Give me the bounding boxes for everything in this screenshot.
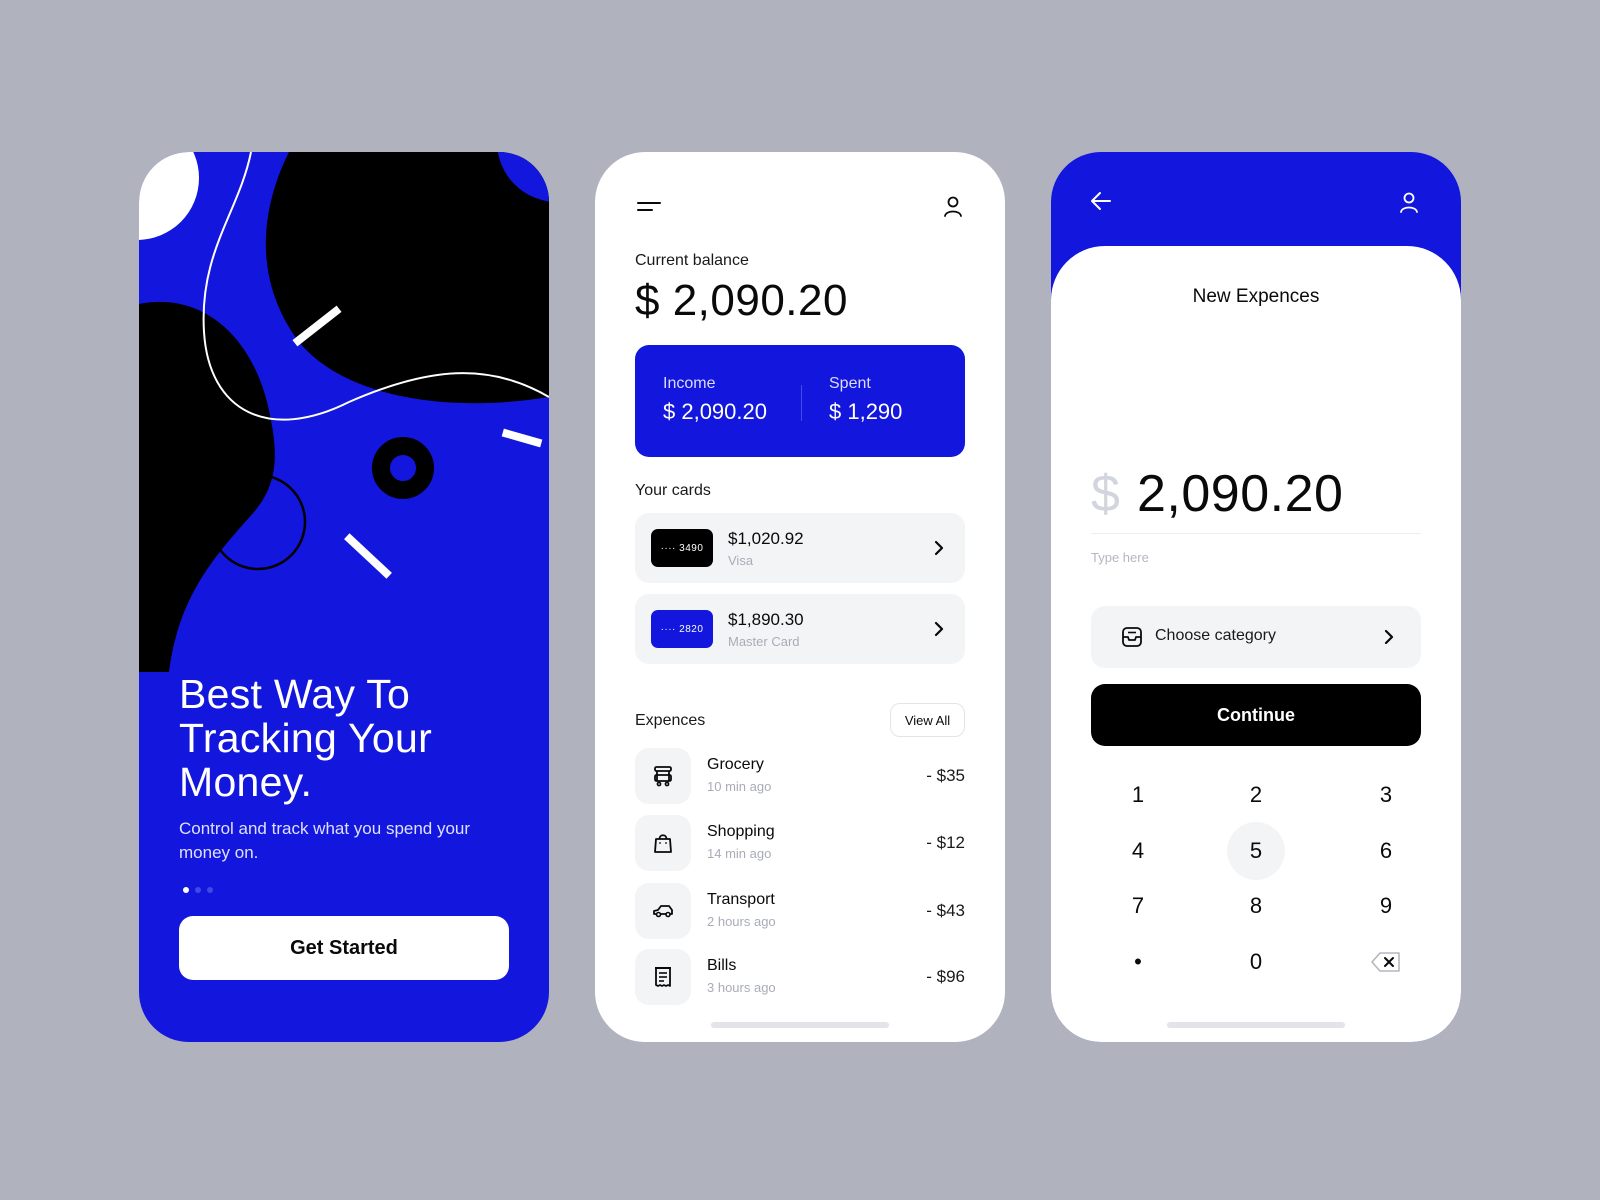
key-7[interactable]: 7	[1109, 877, 1167, 935]
inbox-tray-icon	[1122, 627, 1142, 647]
key-1[interactable]: 1	[1109, 766, 1167, 824]
expense-amount: - $96	[926, 967, 965, 986]
home-indicator[interactable]	[1167, 1022, 1345, 1028]
card-item[interactable]: ···· 3490 $1,020.92 Visa	[635, 513, 965, 583]
card-item[interactable]: ···· 2820 $1,890.30 Master Card	[635, 594, 965, 664]
form-sheet: New Expences $ 2,090.20 Choose category …	[1051, 246, 1461, 1042]
cards-section-label: Your cards	[635, 482, 711, 499]
balance-value: $ 2,090.20	[635, 276, 848, 325]
key-6[interactable]: 6	[1357, 822, 1415, 880]
car-icon	[653, 905, 673, 918]
onboarding-screen: Best Way To Tracking Your Money. Control…	[139, 152, 549, 1042]
card-amount: $1,020.92	[728, 529, 804, 548]
chevron-right-icon	[1384, 629, 1394, 645]
backspace-icon	[1371, 952, 1400, 972]
pagination-dot[interactable]	[195, 887, 201, 893]
chevron-right-icon	[934, 540, 944, 556]
spent-label: Spent	[829, 375, 871, 392]
expense-name: Transport	[707, 891, 775, 908]
white-blob	[139, 152, 199, 240]
choose-category-button[interactable]: Choose category	[1091, 606, 1421, 668]
pagination-dot-active[interactable]	[183, 887, 189, 893]
expense-icon-box	[635, 815, 691, 871]
black-blob-top	[265, 152, 549, 404]
expense-item[interactable]: Bills 3 hours ago - $96	[635, 949, 965, 1005]
new-expense-screen: New Expences $ 2,090.20 Choose category …	[1051, 152, 1461, 1042]
white-bar	[501, 428, 543, 448]
onboarding-title: Best Way To Tracking Your Money.	[179, 671, 433, 805]
currency-symbol: $	[1091, 465, 1120, 523]
expense-icon-box	[635, 748, 691, 804]
key-8[interactable]: 8	[1227, 877, 1285, 935]
expense-item[interactable]: Transport 2 hours ago - $43	[635, 883, 965, 939]
expense-name: Shopping	[707, 823, 775, 840]
expense-item[interactable]: Shopping 14 min ago - $12	[635, 815, 965, 871]
income-value: $ 2,090.20	[663, 399, 767, 424]
white-bar	[344, 533, 392, 579]
menu-icon[interactable]	[637, 200, 661, 214]
continue-button[interactable]: Continue	[1091, 684, 1421, 746]
key-0[interactable]: 0	[1227, 933, 1285, 991]
amount-value: 2,090.20	[1137, 465, 1344, 523]
black-ring	[372, 437, 434, 499]
expense-item[interactable]: Grocery 10 min ago - $35	[635, 748, 965, 804]
key-4[interactable]: 4	[1109, 822, 1167, 880]
onboarding-subtitle: Control and track what you spend your mo…	[179, 819, 471, 862]
card-chip: ···· 2820	[651, 610, 713, 648]
chevron-right-icon	[934, 621, 944, 637]
summary-divider	[801, 385, 802, 421]
card-chip: ···· 3490	[651, 529, 713, 567]
expense-name: Grocery	[707, 756, 764, 773]
expense-time: 10 min ago	[707, 779, 772, 794]
card-type: Master Card	[728, 634, 800, 649]
key-5[interactable]: 5	[1227, 822, 1285, 880]
spent-block: Spent $ 1,290	[829, 375, 902, 425]
pagination-dots	[183, 887, 213, 893]
category-label: Choose category	[1155, 627, 1276, 644]
expenses-section-label: Expences	[635, 712, 706, 729]
income-block: Income $ 2,090.20	[663, 375, 767, 425]
expense-icon-box	[635, 883, 691, 939]
income-label: Income	[663, 375, 716, 392]
expense-time: 14 min ago	[707, 846, 772, 861]
expense-amount: - $12	[926, 833, 965, 852]
amount-display[interactable]: $ 2,090.20	[1091, 464, 1421, 534]
page-title: New Expences	[1192, 286, 1320, 307]
expense-time: 3 hours ago	[707, 980, 776, 995]
numeric-keypad: 1 2 3 4 5 6 7 8 9 • 0	[1091, 766, 1421, 1006]
key-backspace[interactable]	[1357, 933, 1415, 991]
shopping-bag-icon	[654, 834, 672, 853]
user-icon[interactable]	[941, 194, 965, 218]
get-started-button[interactable]: Get Started	[179, 916, 509, 980]
note-input[interactable]	[1091, 550, 1421, 565]
spent-value: $ 1,290	[829, 399, 903, 424]
expense-icon-box	[635, 949, 691, 1005]
expense-amount: - $43	[926, 901, 965, 920]
expense-amount: - $35	[926, 766, 965, 785]
home-indicator[interactable]	[711, 1022, 889, 1028]
key-2[interactable]: 2	[1227, 766, 1285, 824]
key-9[interactable]: 9	[1357, 877, 1415, 935]
card-amount: $1,890.30	[728, 610, 804, 629]
dashboard-screen: Current balance $ 2,090.20 Income $ 2,09…	[595, 152, 1005, 1042]
arrow-left-icon[interactable]	[1089, 190, 1113, 212]
receipt-icon	[655, 967, 671, 987]
key-decimal[interactable]: •	[1109, 933, 1167, 991]
expense-time: 2 hours ago	[707, 914, 776, 929]
top-bar	[595, 192, 1005, 222]
grocery-cart-icon	[654, 766, 672, 787]
balance-label: Current balance	[635, 252, 749, 269]
income-spent-summary: Income $ 2,090.20 Spent $ 1,290	[635, 345, 965, 457]
user-icon[interactable]	[1397, 190, 1421, 214]
pagination-dot[interactable]	[207, 887, 213, 893]
expense-name: Bills	[707, 957, 737, 974]
card-type: Visa	[728, 553, 754, 568]
view-all-button[interactable]: View All	[890, 703, 965, 737]
key-3[interactable]: 3	[1357, 766, 1415, 824]
